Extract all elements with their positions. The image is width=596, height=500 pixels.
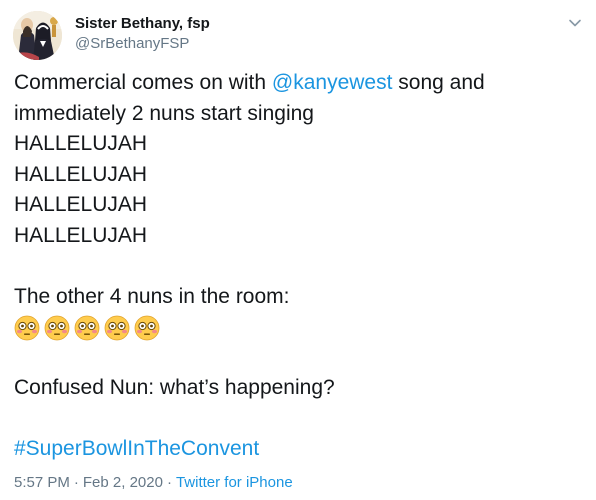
tweet-card: Sister Bethany, fsp @SrBethanyFSP Commer… bbox=[0, 0, 596, 500]
user-handle[interactable]: @SrBethanyFSP bbox=[75, 35, 189, 53]
avatar[interactable] bbox=[13, 11, 62, 60]
meta-separator: · bbox=[166, 474, 172, 491]
tweet-source-link[interactable]: Twitter for iPhone bbox=[176, 474, 293, 491]
chevron-down-icon[interactable] bbox=[566, 14, 584, 32]
hashtag-line: #SuperBowlInTheConvent bbox=[14, 434, 584, 465]
flushed-face-emoji-icon bbox=[14, 315, 40, 341]
tweet-meta: 5:57 PM · Feb 2, 2020 · Twitter for iPhone bbox=[14, 474, 293, 492]
hallelujah-line: HALLELUJAH bbox=[14, 132, 148, 155]
tweet-text: Commercial comes on with @kanyewest song… bbox=[14, 68, 584, 465]
flushed-face-emoji-icon bbox=[104, 315, 130, 341]
tweet-text-segment: song and bbox=[392, 71, 485, 94]
mention-link[interactable]: @kanyewest bbox=[272, 71, 393, 94]
tweet-line-1: Commercial comes on with @kanyewest song… bbox=[14, 68, 584, 99]
meta-separator: · bbox=[73, 474, 79, 491]
tweet-line-other-nuns: The other 4 nuns in the room: bbox=[14, 284, 290, 308]
tweet-line-2: immediately 2 nuns start singing bbox=[14, 101, 314, 125]
nun-portrait-icon bbox=[13, 11, 62, 60]
tweet-time[interactable]: 5:57 PM bbox=[14, 474, 70, 491]
tweet-text-segment: Commercial comes on with bbox=[14, 71, 272, 94]
tweet-date[interactable]: Feb 2, 2020 bbox=[83, 474, 163, 491]
emoji-row bbox=[14, 312, 584, 343]
hallelujah-line: HALLELUJAH bbox=[14, 223, 148, 247]
display-name[interactable]: Sister Bethany, fsp bbox=[75, 15, 210, 33]
hallelujah-line: HALLELUJAH bbox=[14, 193, 148, 216]
hashtag-link[interactable]: #SuperBowlInTheConvent bbox=[14, 437, 259, 460]
flushed-face-emoji-icon bbox=[74, 315, 100, 341]
tweet-line-confused: Confused Nun: what’s happening? bbox=[14, 376, 335, 399]
flushed-face-emoji-icon bbox=[134, 315, 160, 341]
hallelujah-line: HALLELUJAH bbox=[14, 162, 148, 186]
flushed-face-emoji-icon bbox=[44, 315, 70, 341]
